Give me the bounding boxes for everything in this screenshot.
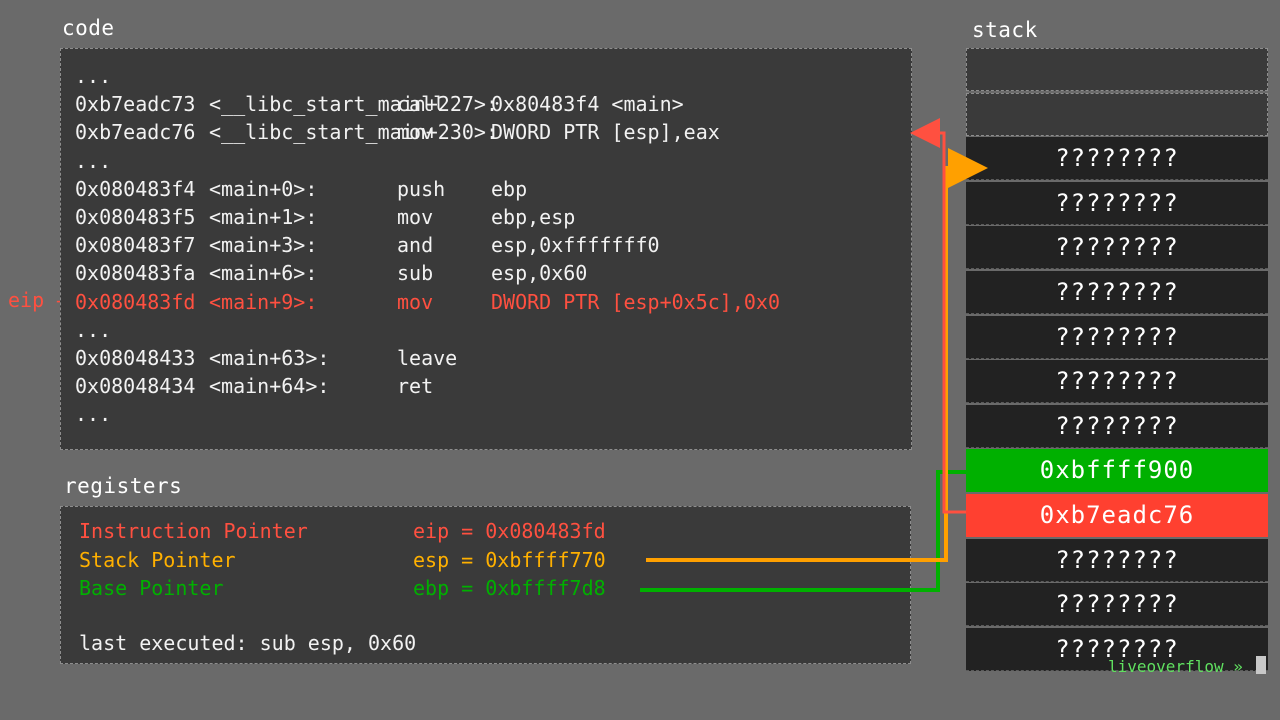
pointer-arrows: [640, 118, 988, 592]
return-address-arrow: [910, 118, 966, 514]
cursor: [1256, 656, 1266, 674]
watermark: liveoverflow »: [1108, 657, 1243, 676]
esp-arrow: [646, 148, 988, 562]
ebp-arrow: [640, 470, 966, 592]
